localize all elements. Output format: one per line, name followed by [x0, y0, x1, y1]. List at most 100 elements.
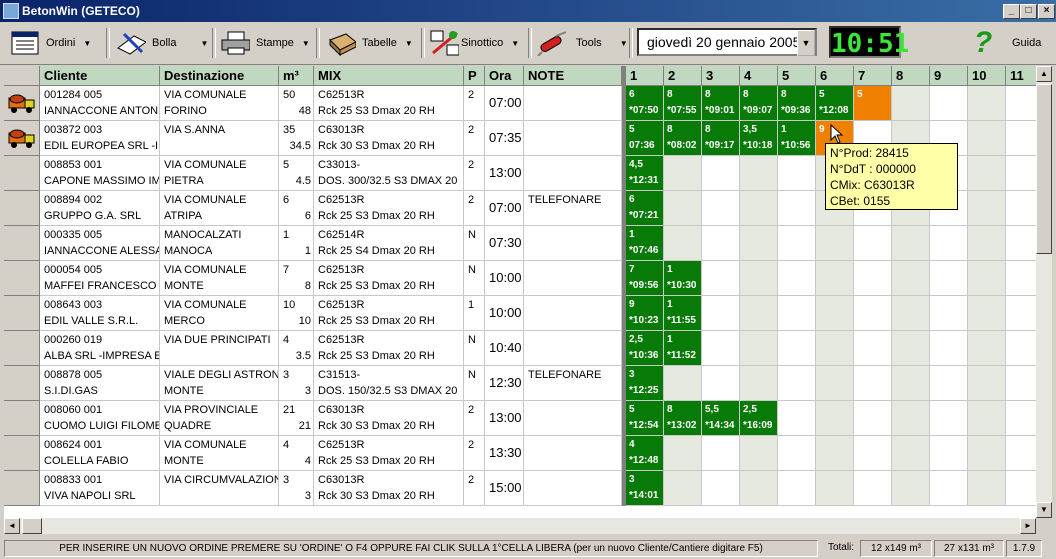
- tools-button[interactable]: Tools ▼: [536, 26, 628, 60]
- schedule-slot[interactable]: [930, 261, 968, 296]
- production-cell[interactable]: 5 *12:54: [626, 401, 663, 435]
- cell-destinazione[interactable]: VIA S.ANNA: [160, 121, 279, 156]
- horizontal-scrollbar[interactable]: ◄ ►: [4, 518, 1036, 534]
- schedule-slot[interactable]: [968, 156, 1006, 191]
- schedule-slot[interactable]: [816, 226, 854, 261]
- schedule-slot[interactable]: [1006, 471, 1036, 506]
- schedule-slot[interactable]: [778, 366, 816, 401]
- schedule-slot[interactable]: [664, 471, 702, 506]
- cell-p[interactable]: N: [464, 331, 485, 366]
- table-row[interactable]: 000335 005 IANNACCONE ALESSAN MANOCALZATI M…: [4, 226, 1036, 261]
- cell-mix[interactable]: C62513R Rck 25 S3 Dmax 20 RH: [314, 191, 464, 226]
- schedule-slot[interactable]: [702, 261, 740, 296]
- cell-m3[interactable]: 66: [279, 191, 314, 226]
- schedule-slot[interactable]: [854, 436, 892, 471]
- schedule-slot[interactable]: [778, 331, 816, 366]
- row-header[interactable]: [4, 366, 40, 401]
- schedule-slot[interactable]: [778, 226, 816, 261]
- schedule-slot[interactable]: [892, 226, 930, 261]
- schedule-slot[interactable]: [854, 331, 892, 366]
- schedule-slot[interactable]: [968, 436, 1006, 471]
- schedule-slot[interactable]: [664, 436, 702, 471]
- cell-ora[interactable]: 15:00: [485, 471, 524, 506]
- table-row[interactable]: 001284 005 IANNACCONE ANTON VIA COMUNALE FO…: [4, 86, 1036, 121]
- schedule-slot[interactable]: [892, 366, 930, 401]
- cell-m3[interactable]: 33: [279, 366, 314, 401]
- header-note[interactable]: NOTE: [524, 66, 622, 86]
- schedule-slot[interactable]: [930, 296, 968, 331]
- schedule-slot[interactable]: [854, 401, 892, 436]
- schedule-slot[interactable]: [816, 471, 854, 506]
- cell-p[interactable]: N: [464, 261, 485, 296]
- cell-mix[interactable]: C33013- DOS. 300/32.5 S3 DMAX 20: [314, 156, 464, 191]
- production-cell[interactable]: 2,5 *16:09: [740, 401, 777, 435]
- cell-p[interactable]: 2: [464, 156, 485, 191]
- schedule-slot[interactable]: [664, 191, 702, 226]
- schedule-slot[interactable]: [1006, 366, 1036, 401]
- schedule-slot[interactable]: [892, 86, 930, 121]
- schedule-slot[interactable]: [968, 366, 1006, 401]
- schedule-slot[interactable]: [1006, 121, 1036, 156]
- cell-mix[interactable]: C63013R Rck 30 S3 Dmax 20 RH: [314, 471, 464, 506]
- cell-mix[interactable]: C62514R Rck 25 S4 Dmax 20 RH: [314, 226, 464, 261]
- schedule-slot[interactable]: [702, 471, 740, 506]
- scroll-thumb[interactable]: [1036, 84, 1052, 254]
- schedule-slot[interactable]: [854, 471, 892, 506]
- row-header[interactable]: [4, 261, 40, 296]
- table-row[interactable]: 008624 001 COLELLA FABIO VIA COMUNALE MONTE…: [4, 436, 1036, 471]
- ordini-button[interactable]: Ordini ▼: [10, 26, 91, 60]
- cell-ora[interactable]: 10:00: [485, 296, 524, 331]
- cell-mix[interactable]: C62513R Rck 25 S3 Dmax 20 RH: [314, 436, 464, 471]
- production-cell[interactable]: 6 *07:50: [626, 86, 663, 120]
- production-cell[interactable]: 5 *12:08: [816, 86, 853, 120]
- cell-mix[interactable]: C63013R Rck 30 S3 Dmax 20 RH: [314, 121, 464, 156]
- cell-destinazione[interactable]: VIA COMUNALE MONTE: [160, 436, 279, 471]
- production-cell[interactable]: 8 *13:02: [664, 401, 701, 435]
- cell-note[interactable]: [524, 261, 622, 296]
- schedule-slot[interactable]: [740, 436, 778, 471]
- schedule-slot[interactable]: [816, 366, 854, 401]
- schedule-slot[interactable]: [968, 226, 1006, 261]
- cell-ora[interactable]: 13:30: [485, 436, 524, 471]
- cell-ora[interactable]: 10:40: [485, 331, 524, 366]
- schedule-slot[interactable]: [740, 191, 778, 226]
- minimize-button[interactable]: _: [1003, 4, 1020, 19]
- scroll-thumb-horizontal[interactable]: [22, 518, 42, 534]
- schedule-slot[interactable]: [1006, 331, 1036, 366]
- cell-mix[interactable]: C31513- DOS. 150/32.5 S3 DMAX 20: [314, 366, 464, 401]
- cell-ora[interactable]: 10:00: [485, 261, 524, 296]
- schedule-slot[interactable]: [1006, 86, 1036, 121]
- schedule-slot[interactable]: [968, 191, 1006, 226]
- cell-cliente[interactable]: 000335 005 IANNACCONE ALESSAN: [40, 226, 160, 261]
- cell-mix[interactable]: C63013R Rck 30 S3 Dmax 20 RH: [314, 401, 464, 436]
- schedule-slot[interactable]: [740, 366, 778, 401]
- cell-note[interactable]: TELEFONARE: [524, 191, 622, 226]
- production-cell[interactable]: 4 *12:48: [626, 436, 663, 470]
- row-header[interactable]: [4, 331, 40, 366]
- cell-destinazione[interactable]: VIA COMUNALE ATRIPA: [160, 191, 279, 226]
- row-header[interactable]: [4, 401, 40, 436]
- cell-note[interactable]: [524, 471, 622, 506]
- cell-cliente[interactable]: 001284 005 IANNACCONE ANTON: [40, 86, 160, 121]
- cell-m3[interactable]: 11: [279, 226, 314, 261]
- scroll-down-icon[interactable]: ▼: [1036, 502, 1052, 518]
- cell-note[interactable]: [524, 331, 622, 366]
- production-cell[interactable]: 5: [854, 86, 891, 120]
- schedule-slot[interactable]: [930, 366, 968, 401]
- bolla-button[interactable]: Bolla ▼: [116, 26, 208, 60]
- cell-cliente[interactable]: 008624 001 COLELLA FABIO: [40, 436, 160, 471]
- schedule-slot[interactable]: [854, 261, 892, 296]
- schedule-slot[interactable]: [1006, 296, 1036, 331]
- production-cell[interactable]: 6 *07:21: [626, 191, 663, 225]
- cell-note[interactable]: [524, 296, 622, 331]
- cell-destinazione[interactable]: VIA DUE PRINCIPATI: [160, 331, 279, 366]
- row-header[interactable]: [4, 296, 40, 331]
- schedule-slot[interactable]: [854, 296, 892, 331]
- tabelle-button[interactable]: Tabelle ▼: [326, 26, 413, 60]
- header-ora[interactable]: Ora: [485, 66, 524, 86]
- schedule-slot[interactable]: [892, 296, 930, 331]
- cell-note[interactable]: [524, 121, 622, 156]
- production-cell[interactable]: 3 *12:25: [626, 366, 663, 400]
- schedule-slot[interactable]: [740, 296, 778, 331]
- cell-destinazione[interactable]: VIA CIRCUMVALAZION: [160, 471, 279, 506]
